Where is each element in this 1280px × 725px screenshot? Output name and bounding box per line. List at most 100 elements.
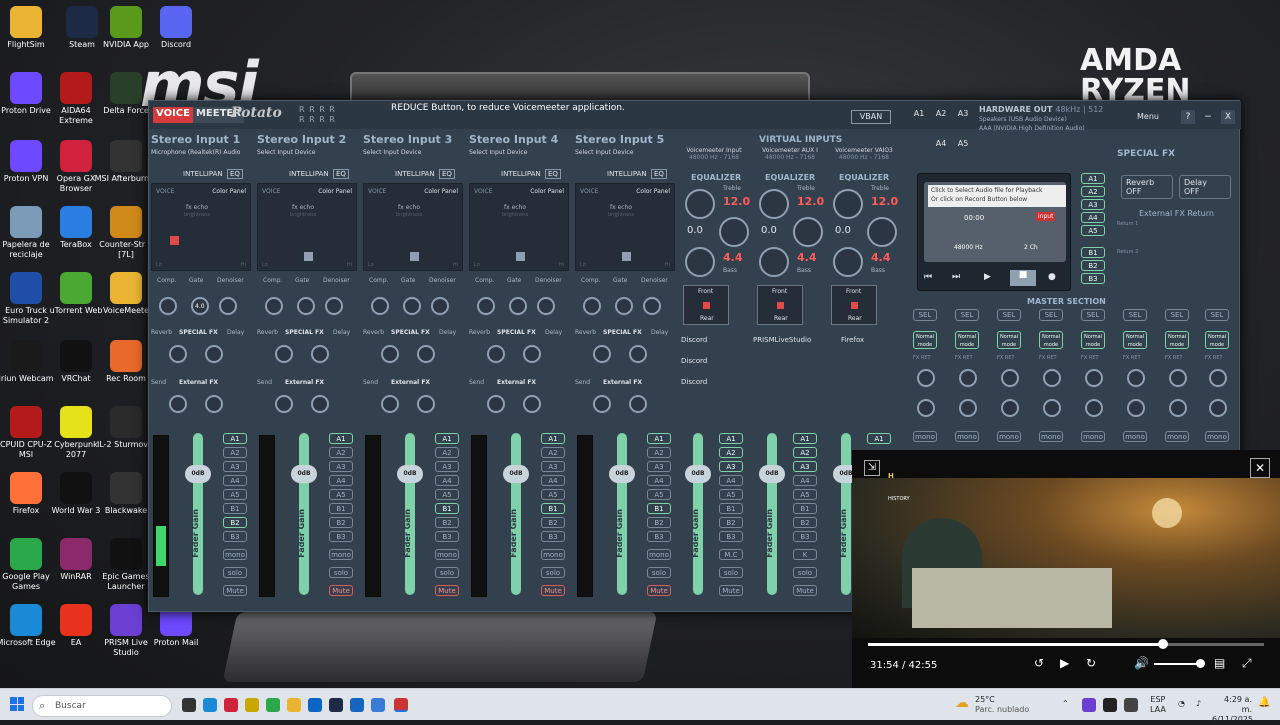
denoiser-knob[interactable] [643,297,661,315]
chrome-taskbar-icon[interactable] [266,698,280,712]
strip-device-select[interactable]: Select Input Device [469,149,527,156]
bus-a2-button[interactable]: A2 [719,447,743,458]
fx-echo-label[interactable]: fx echo [504,204,526,211]
outlook-taskbar-icon[interactable] [350,698,364,712]
bus-a1-button[interactable]: A1 [719,433,743,444]
bus-a1-button[interactable]: A1 [329,433,353,444]
bass-value[interactable]: 4.4 [797,251,817,264]
taskbar-search-input[interactable]: ⌕ Buscar [32,695,172,717]
normal-mode-button[interactable]: Normal mode [1039,331,1063,349]
bass-label[interactable]: Bass [723,267,737,274]
master-mono-button[interactable]: mono [1039,431,1063,442]
solo-button[interactable]: solo [329,567,353,578]
weather-widget[interactable]: 25°C Parc. nublado [975,695,1029,715]
fx-knob[interactable] [169,345,187,363]
bass-value[interactable]: 4.4 [723,251,743,264]
video-play-icon[interactable]: ▶ [1060,656,1069,670]
normal-mode-button[interactable]: Normal mode [1123,331,1147,349]
master-knob-2[interactable] [1043,399,1061,417]
master-knob-2[interactable] [1085,399,1103,417]
bus-a3-button[interactable]: A3 [435,461,459,472]
bus-b3-button[interactable]: B3 [719,531,743,542]
bus-a5-button[interactable]: A5 [435,489,459,500]
bus-b3-button[interactable]: B3 [647,531,671,542]
recorder-display[interactable]: Click to Select Audio file for Playback O… [924,182,1066,262]
treble-value[interactable]: 12.0 [797,195,824,208]
color-panel-label[interactable]: Color Panel [212,188,246,195]
eq-button[interactable]: EQ [333,169,349,179]
voicemeeter-titlebar[interactable]: VOICE MEETER Potato R R R RR R R R REDUCE… [149,101,1241,132]
gate-value[interactable]: 4.0 [195,303,205,310]
intellipan-cursor[interactable] [170,236,179,245]
edge-taskbar-icon[interactable] [203,698,217,712]
mono-button[interactable]: mono [435,549,459,560]
surround-panner[interactable]: Front Rear [757,285,803,325]
brightness-label[interactable]: brightness [184,212,210,218]
front-label[interactable]: Front [698,288,713,295]
gate-knob[interactable] [403,297,421,315]
intellipan-label[interactable]: INTELLIPAN [501,170,541,178]
captions-icon[interactable]: ▤ [1214,656,1225,670]
front-label[interactable]: Front [846,288,861,295]
bass-knob[interactable] [685,247,715,277]
bass-knob[interactable] [833,247,863,277]
equalizer-panel[interactable]: EQUALIZER Treble 12.0 0.0 4.4 Bass [827,171,899,281]
color-panel-label[interactable]: Color Panel [318,188,352,195]
treble-value[interactable]: 12.0 [723,195,750,208]
treble-knob[interactable] [685,189,715,219]
master-sel-button[interactable]: SEL [997,309,1021,321]
bus-b1-button[interactable]: B1 [793,503,817,514]
reverb-label[interactable]: Reverb [469,329,490,336]
treble-label[interactable]: Treble [871,185,889,192]
bus-a4-button[interactable]: A4 [223,475,247,486]
fx-knob[interactable] [275,345,293,363]
mono-button[interactable]: M.C [719,549,743,560]
reverb-label[interactable]: Reverb [257,329,278,336]
steam-taskbar-icon[interactable] [329,698,343,712]
fx-knob[interactable] [417,345,435,363]
bus-a2-button[interactable]: A2 [329,447,353,458]
fx-ret-label[interactable]: FX RET [1039,355,1057,361]
app-icon[interactable] [10,538,42,570]
menu-button[interactable]: Menu [1137,112,1159,121]
master-mono-button[interactable]: mono [1081,431,1105,442]
bus-b3-button[interactable]: B3 [223,531,247,542]
help-button[interactable]: ? [1181,110,1195,124]
minimize-button[interactable]: − [1201,110,1215,124]
fx-ret-label[interactable]: FX RET [1123,355,1141,361]
normal-mode-button[interactable]: Normal mode [955,331,979,349]
master-mono-button[interactable]: mono [1205,431,1229,442]
denoiser-knob[interactable] [537,297,555,315]
denoiser-knob[interactable] [431,297,449,315]
hw-a2-button[interactable]: A2 [933,109,949,118]
mute-button[interactable]: Mute [223,585,247,596]
gate-knob[interactable] [615,297,633,315]
master-sel-button[interactable]: SEL [1039,309,1063,321]
mid-knob[interactable] [719,217,749,247]
bus-b1-button[interactable]: B1 [329,503,353,514]
strip-device-select[interactable]: Select Input Device [363,149,421,156]
bus-a3-button[interactable]: A3 [223,461,247,472]
fx-knob[interactable] [593,345,611,363]
external_fx-label[interactable]: External FX [391,379,430,386]
hw-a4-button[interactable]: A4 [933,139,949,148]
master-knob[interactable] [1169,369,1187,387]
gate-label[interactable]: Gate [295,277,309,284]
play-icon[interactable]: ▶ [984,272,991,282]
treble-label[interactable]: Treble [723,185,741,192]
app-label-discord[interactable]: Discord [681,357,707,365]
master-mono-button[interactable]: mono [955,431,979,442]
video-pip-window[interactable]: ⇲ ✕ H HISTORY 31:54 / 42:55 ↺ ▶ ↻ 🔊 ▤ ⤢ [852,450,1280,688]
intellipan-label[interactable]: INTELLIPAN [607,170,647,178]
volume-icon[interactable]: 🔊 [1134,656,1149,670]
strip-title[interactable]: Stereo Input 1 [151,133,240,146]
desktop-icon-label[interactable]: Proton Mail [144,638,208,648]
bass-knob[interactable] [759,247,789,277]
yellow-app-taskbar-icon[interactable] [245,698,259,712]
bus-a2-button[interactable]: A2 [223,447,247,458]
bus-a5-button[interactable]: A5 [329,489,353,500]
eq-button[interactable]: EQ [227,169,243,179]
app-icon[interactable] [60,340,92,372]
send-knob[interactable] [275,395,293,413]
fader-knob[interactable]: 0dB [397,465,423,483]
